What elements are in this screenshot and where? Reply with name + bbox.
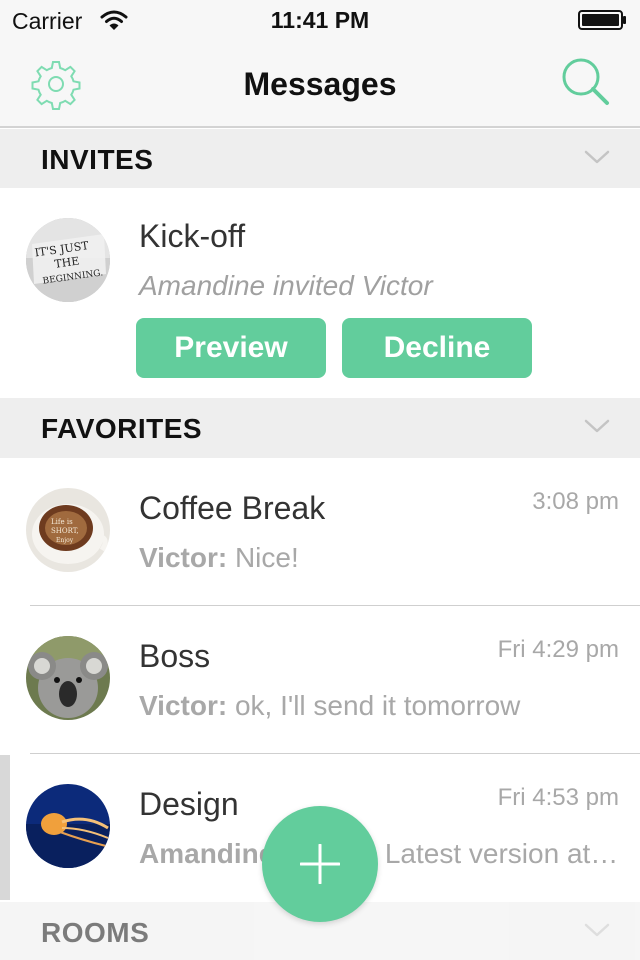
room-name: Boss [139, 638, 211, 674]
message-sender: Victor: [139, 542, 228, 573]
status-bar: Carrier 11:41 PM [0, 0, 640, 40]
message-sender: Victor: [139, 690, 228, 721]
chevron-down-icon[interactable] [584, 418, 610, 434]
avatar [26, 784, 110, 868]
nav-bar: Messages [0, 40, 640, 128]
room-timestamp: 3:08 pm [532, 488, 619, 515]
room-timestamp: Fri 4:53 pm [497, 784, 619, 811]
invite-room-name: Kick-off [139, 218, 246, 254]
list-item[interactable]: Boss Fri 4:29 pm Victor: ok, I'll send i… [0, 606, 640, 754]
chevron-down-icon[interactable] [584, 922, 610, 938]
section-title: INVITES [41, 144, 154, 175]
section-header-invites[interactable]: INVITES [0, 129, 640, 189]
room-last-message: Victor: ok, I'll send it tomorrow [139, 690, 624, 722]
room-last-message: Amandine: Alright! Latest version attach… [139, 838, 624, 870]
section-title: FAVORITES [41, 413, 203, 444]
create-room-button[interactable] [262, 806, 378, 922]
avatar [26, 636, 110, 720]
search-icon[interactable] [560, 56, 612, 108]
svg-text:SHORT,: SHORT, [51, 527, 79, 535]
invite-subtitle: Amandine invited Victor [139, 270, 433, 301]
svg-text:Life is: Life is [51, 518, 73, 526]
plus-icon [300, 844, 340, 884]
room-timestamp: Fri 4:29 pm [497, 636, 619, 663]
invite-row[interactable]: IT'S JUST THE BEGINNING. Kick-off Amandi… [0, 188, 640, 398]
avatar: Life is SHORT, Enjoy [26, 488, 110, 572]
decline-button[interactable]: Decline [342, 318, 532, 378]
list-item[interactable]: Life is SHORT, Enjoy Coffee Break 3:08 p… [0, 458, 640, 606]
room-last-message: Victor: Nice! [139, 542, 624, 574]
page-title: Messages [243, 66, 397, 102]
room-name: Coffee Break [139, 490, 326, 526]
room-name: Design [139, 786, 239, 822]
swipe-indicator [0, 755, 10, 900]
message-text: Nice! [227, 542, 299, 573]
section-header-favorites[interactable]: FAVORITES [0, 398, 640, 458]
battery-icon [578, 10, 626, 30]
avatar: IT'S JUST THE BEGINNING. [26, 218, 110, 302]
svg-text:Enjoy: Enjoy [56, 537, 74, 544]
status-time: 11:41 PM [270, 7, 370, 33]
preview-button[interactable]: Preview [136, 318, 326, 378]
section-title: ROOMS [41, 917, 150, 948]
chevron-down-icon[interactable] [584, 149, 610, 165]
message-text: ok, I'll send it tomorrow [227, 690, 521, 721]
